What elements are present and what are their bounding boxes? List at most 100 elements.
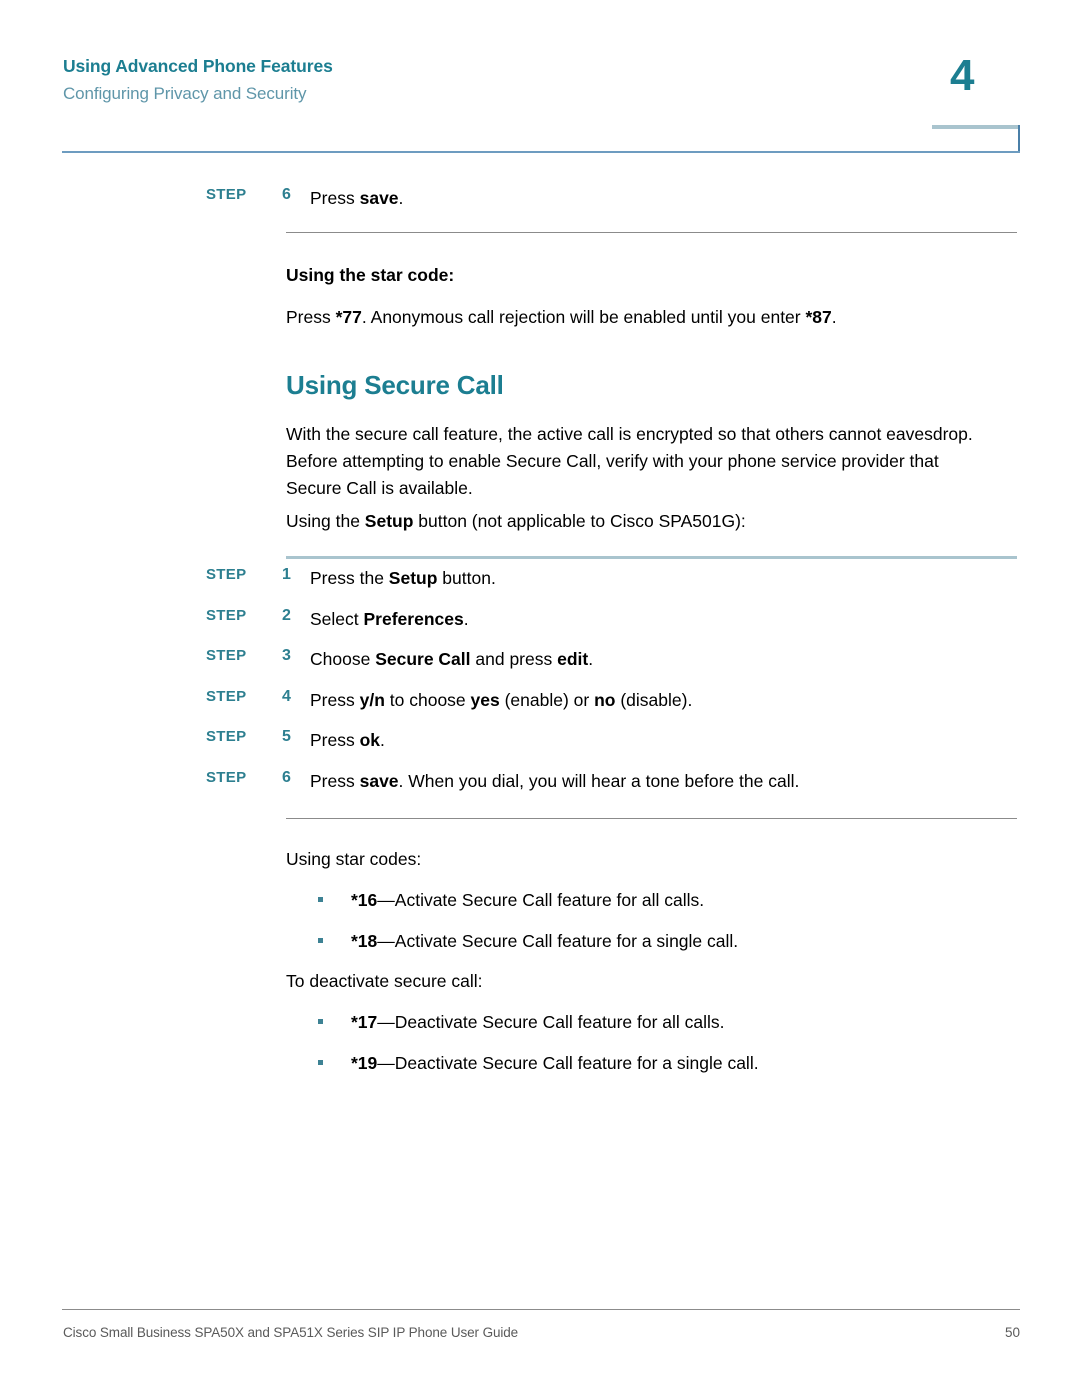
chapter-number: 4 bbox=[950, 51, 975, 100]
footer-divider bbox=[62, 1309, 1020, 1310]
step-label: STEP bbox=[206, 606, 247, 624]
step-text-part: . bbox=[380, 730, 385, 750]
step-number: 4 bbox=[282, 687, 291, 705]
step-text: Select Preferences. bbox=[310, 609, 469, 629]
step-row: STEP 2 Select Preferences. bbox=[206, 607, 1026, 633]
star-codes-activate-intro: Using star codes: bbox=[286, 849, 422, 869]
chapter-tab-top-rule bbox=[932, 125, 1020, 129]
step-number: 5 bbox=[282, 728, 291, 745]
header-section-subtitle: Configuring Privacy and Security bbox=[63, 84, 307, 103]
step-text-bold: ok bbox=[359, 730, 381, 750]
step-row: STEP 1 Press the Setup button. bbox=[206, 566, 1026, 592]
step-text-bold: save bbox=[359, 770, 399, 791]
page-footer: Cisco Small Business SPA50X and SPA51X S… bbox=[0, 1297, 1080, 1397]
star-code-text-part: . Anonymous call rejection will be enabl… bbox=[361, 307, 806, 327]
star-code-text-part: . bbox=[831, 307, 837, 327]
document-page: Using Advanced Phone Features Configurin… bbox=[0, 0, 1080, 1397]
bullet-square-icon bbox=[318, 1019, 323, 1024]
chapter-tab-right-rule bbox=[1018, 125, 1020, 153]
section-heading: Using Secure Call bbox=[286, 370, 504, 400]
step-text-part: . bbox=[463, 608, 469, 629]
step-text-part: Select bbox=[310, 608, 364, 629]
footer-page-number: 50 bbox=[1004, 1325, 1020, 1340]
step-text-part: Press bbox=[310, 770, 360, 791]
list-item-text: *19—Deactivate Secure Call feature for a… bbox=[351, 1053, 759, 1073]
step-label: STEP bbox=[206, 647, 247, 664]
step-text-part: Press bbox=[310, 689, 360, 710]
step-text-part: Press the bbox=[310, 568, 389, 588]
star-code-paragraph: Press *77. Anonymous call rejection will… bbox=[286, 304, 1026, 331]
setup-intro-part: button (not applicable to Cisco SPA501G)… bbox=[413, 511, 746, 531]
star-codes-deactivate-intro: To deactivate secure call: bbox=[286, 971, 483, 991]
step-text: Press y/n to choose yes (enable) or no (… bbox=[310, 690, 692, 710]
star-code-heading: Using the star code: bbox=[286, 265, 455, 285]
step-number: 2 bbox=[282, 606, 291, 624]
page-header: Using Advanced Phone Features Configurin… bbox=[0, 0, 1080, 155]
step-label: STEP bbox=[206, 768, 247, 786]
list-item-description: —Deactivate Secure Call feature for all … bbox=[377, 1012, 725, 1032]
step-text-part: . bbox=[398, 188, 404, 208]
list-item-text: *16—Activate Secure Call feature for all… bbox=[351, 890, 704, 910]
step-text-part: to choose bbox=[384, 689, 471, 710]
list-item: *17—Deactivate Secure Call feature for a… bbox=[318, 1010, 1018, 1034]
list-item-text: *17—Deactivate Secure Call feature for a… bbox=[351, 1012, 725, 1032]
header-chapter-title: Using Advanced Phone Features bbox=[63, 56, 333, 76]
step-text-part: Choose bbox=[310, 649, 376, 669]
step-number: 6 bbox=[282, 186, 291, 203]
section-paragraph: With the secure call feature, the active… bbox=[286, 424, 973, 498]
step-number: 1 bbox=[282, 566, 291, 583]
step-text-part: . When you dial, you will hear a tone be… bbox=[398, 770, 800, 791]
header-divider bbox=[62, 151, 1020, 153]
setup-intro-part: Using the bbox=[286, 511, 365, 531]
step-text: Choose Secure Call and press edit. bbox=[310, 649, 593, 669]
step-text: Press save. When you dial, you will hear… bbox=[310, 771, 799, 791]
step-text-bold: save bbox=[359, 188, 399, 208]
list-item: *19—Deactivate Secure Call feature for a… bbox=[318, 1051, 1018, 1075]
step-text-part: Press bbox=[310, 188, 360, 208]
step-text-part: . bbox=[588, 649, 594, 669]
procedure-top-divider bbox=[286, 556, 1017, 559]
bullet-square-icon bbox=[318, 938, 323, 943]
star-code-value: *16 bbox=[351, 890, 378, 910]
star-code-value: *87 bbox=[805, 307, 832, 327]
star-code-value: *77 bbox=[335, 307, 362, 327]
footer-document-title: Cisco Small Business SPA50X and SPA51X S… bbox=[63, 1325, 519, 1340]
step-number: 6 bbox=[282, 768, 291, 786]
step-text-part: (disable). bbox=[615, 689, 693, 710]
bullet-square-icon bbox=[318, 1060, 323, 1065]
step-row: STEP 3 Choose Secure Call and press edit. bbox=[206, 647, 1026, 673]
step-text-bold: yes bbox=[470, 689, 500, 710]
step-text-part: and press bbox=[470, 649, 558, 669]
step-label: STEP bbox=[206, 186, 247, 203]
list-item-description: —Activate Secure Call feature for a sing… bbox=[377, 931, 739, 951]
step-text-part: (enable) or bbox=[499, 689, 595, 710]
step-label: STEP bbox=[206, 687, 247, 705]
step-text: Press the Setup button. bbox=[310, 568, 496, 588]
setup-intro-line: Using the Setup button (not applicable t… bbox=[286, 508, 1026, 535]
header-titles: Using Advanced Phone Features Configurin… bbox=[63, 55, 333, 107]
step-row: STEP 6 Press save. When you dial, you will… bbox=[206, 769, 1026, 795]
step-text: Press ok. bbox=[310, 730, 385, 750]
step-text-bold: Secure Call bbox=[375, 649, 471, 669]
step-text-bold: Preferences bbox=[363, 608, 464, 629]
step-text-bold: edit bbox=[557, 649, 589, 669]
step-text: Press save. bbox=[310, 188, 403, 208]
step-text-bold: no bbox=[594, 689, 616, 710]
list-item-text: *18—Activate Secure Call feature for a s… bbox=[351, 931, 738, 951]
step-text-part: Press bbox=[310, 730, 360, 750]
list-item-description: —Activate Secure Call feature for all ca… bbox=[377, 890, 705, 910]
list-item: *18—Activate Secure Call feature for a s… bbox=[318, 929, 1018, 953]
step-label: STEP bbox=[206, 566, 247, 583]
procedure-bottom-divider bbox=[286, 818, 1017, 819]
step-row: STEP 4 Press y/n to choose yes (enable) or… bbox=[206, 688, 1026, 714]
star-code-value: *17 bbox=[351, 1012, 378, 1032]
star-code-value: *19 bbox=[351, 1053, 378, 1073]
bullet-square-icon bbox=[318, 897, 323, 902]
star-code-value: *18 bbox=[351, 931, 378, 951]
star-code-text-part: Press bbox=[286, 307, 336, 327]
step-row: STEP 5 Press ok. bbox=[206, 728, 1026, 754]
section-divider bbox=[286, 232, 1017, 233]
step-number: 3 bbox=[282, 647, 291, 664]
step-text-bold: y/n bbox=[359, 689, 385, 710]
step-label: STEP bbox=[206, 728, 247, 745]
